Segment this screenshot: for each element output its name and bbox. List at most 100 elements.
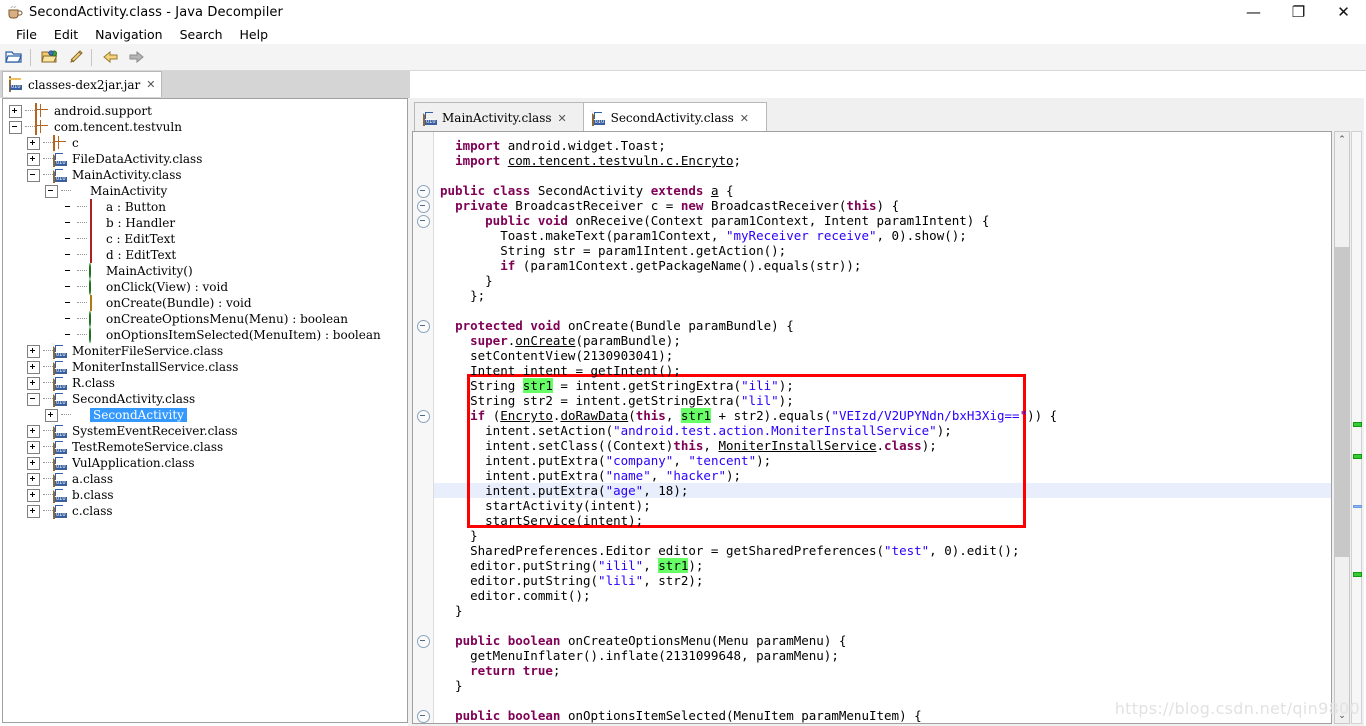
code-line[interactable]: editor.putString("lili", str2);	[440, 573, 703, 588]
ruler-mark-current[interactable]	[1353, 505, 1362, 508]
editor-tab-secondactivity-class[interactable]: 010 SecondActivity.class ✕	[582, 102, 767, 133]
code-line[interactable]: protected void onCreate(Bundle paramBund…	[440, 318, 794, 333]
scroll-up-button[interactable]: ⌃	[1335, 132, 1349, 147]
code-line[interactable]: intent.putExtra("name", "hacker");	[440, 468, 741, 483]
code-line[interactable]: }	[440, 528, 478, 543]
code-line[interactable]: }	[440, 603, 463, 618]
open-type-button[interactable]	[39, 46, 61, 68]
tree-item-testremoteservice-class[interactable]: 010 TestRemoteService.class	[27, 438, 223, 455]
code-line[interactable]: public void onReceive(Context param1Cont…	[440, 213, 989, 228]
open-file-button[interactable]	[3, 46, 25, 68]
code-line[interactable]: editor.putString("ilil", str1);	[440, 558, 703, 573]
code-viewport[interactable]: import android.widget.Toast; import com.…	[412, 131, 1332, 724]
tree-item-com-tencent-testvuln[interactable]: com.tencent.testvuln	[9, 118, 182, 135]
code-line[interactable]: };	[440, 288, 485, 303]
code-text[interactable]: import android.widget.Toast; import com.…	[434, 132, 1331, 723]
code-line[interactable]: public boolean onOptionsItemSelected(Men…	[440, 708, 922, 723]
menu-search[interactable]: Search	[172, 26, 231, 43]
code-line[interactable]: }	[440, 273, 493, 288]
code-line[interactable]: startService(intent);	[440, 513, 643, 528]
code-line[interactable]: if (Encryto.doRawData(this, str1 + str2)…	[440, 408, 1057, 423]
code-line[interactable]: editor.commit();	[440, 588, 590, 603]
code-line[interactable]: String str2 = intent.getStringExtra("lil…	[440, 393, 794, 408]
forward-button[interactable]	[125, 46, 147, 68]
code-line[interactable]: public boolean onCreateOptionsMenu(Menu …	[440, 633, 846, 648]
fold-toggle-icon[interactable]	[417, 410, 430, 423]
code-line[interactable]: intent.setAction("android.test.action.Mo…	[440, 423, 952, 438]
code-line[interactable]: setContentView(2130903041);	[440, 348, 673, 363]
code-line[interactable]: import android.widget.Toast;	[440, 138, 666, 153]
expand-icon[interactable]	[27, 504, 40, 518]
collapse-icon[interactable]	[9, 120, 22, 134]
fold-toggle-icon[interactable]	[417, 320, 430, 333]
fold-gutter[interactable]	[413, 132, 434, 723]
jar-tab[interactable]: 010 classes-dex2jar.jar ✕	[2, 71, 163, 97]
code-line[interactable]: Toast.makeText(param1Context, "myReceive…	[440, 228, 967, 243]
code-line[interactable]: }	[440, 678, 463, 693]
code-line[interactable]: String str = param1Intent.getAction();	[440, 243, 786, 258]
tree-item-d-edittext[interactable]: d : EditText	[63, 246, 176, 263]
code-line[interactable]: intent.setClass((Context)this, MoniterIn…	[440, 438, 937, 453]
fold-toggle-icon[interactable]	[417, 215, 430, 228]
expand-icon[interactable]	[45, 408, 58, 422]
code-line[interactable]: startActivity(intent);	[440, 498, 651, 513]
tree-item-b-handler[interactable]: b : Handler	[63, 214, 175, 231]
collapse-icon[interactable]	[27, 392, 40, 406]
tree-item-oncreate-bundle-void[interactable]: onCreate(Bundle) : void	[63, 294, 252, 311]
menu-file[interactable]: File	[8, 26, 45, 43]
overview-ruler[interactable]	[1351, 131, 1362, 724]
code-line[interactable]: getMenuInflater().inflate(2131099648, pa…	[440, 648, 839, 663]
tree-item-oncreateoptionsmenu-menu-boolean[interactable]: onCreateOptionsMenu(Menu) : boolean	[63, 310, 348, 327]
tree-item-secondactivity-class[interactable]: 010 SecondActivity.class	[27, 390, 195, 407]
ruler-mark-occurrence[interactable]	[1353, 572, 1362, 577]
code-line[interactable]: public class SecondActivity extends a {	[440, 183, 734, 198]
ruler-mark-occurrence[interactable]	[1353, 454, 1362, 459]
jar-tab-close-icon[interactable]: ✕	[146, 78, 155, 91]
ruler-mark-occurrence[interactable]	[1353, 422, 1362, 427]
fold-toggle-icon[interactable]	[417, 635, 430, 648]
collapse-icon[interactable]	[27, 168, 40, 182]
tree-item-mainactivity[interactable]: MainActivity()	[63, 262, 193, 279]
fold-toggle-icon[interactable]	[417, 200, 430, 213]
editor-tab-close-icon[interactable]: ✕	[740, 112, 749, 125]
expand-icon[interactable]	[27, 472, 40, 486]
editor-tab-close-icon[interactable]: ✕	[558, 112, 567, 125]
tree-item-a-class[interactable]: 010 a.class	[27, 470, 113, 487]
code-line[interactable]: SharedPreferences.Editor editor = getSha…	[440, 543, 1019, 558]
tree-item-moniterinstallservice-class[interactable]: 010 MoniterInstallService.class	[27, 358, 238, 375]
scroll-down-button[interactable]: ⌄	[1335, 708, 1349, 723]
tree-item-android-support[interactable]: android.support	[9, 102, 152, 119]
menu-navigation[interactable]: Navigation	[87, 26, 170, 43]
tree-item-filedataactivity-class[interactable]: 010 FileDataActivity.class	[27, 150, 202, 167]
menu-help[interactable]: Help	[232, 26, 277, 43]
tree-item-secondactivity[interactable]: SecondActivity	[45, 407, 187, 423]
expand-icon[interactable]	[27, 488, 40, 502]
code-line[interactable]: if (param1Context.getPackageName().equal…	[440, 258, 861, 273]
code-line[interactable]: private BroadcastReceiver c = new Broadc…	[440, 198, 899, 213]
menu-edit[interactable]: Edit	[46, 26, 86, 43]
collapse-icon[interactable]	[45, 184, 58, 198]
vertical-scrollbar[interactable]: ⌃ ⌄	[1334, 131, 1350, 724]
tree-item-b-class[interactable]: 010 b.class	[27, 486, 114, 503]
editor-tab-mainactivity-class[interactable]: 010 MainActivity.class ✕	[414, 102, 584, 133]
code-line[interactable]: import com.tencent.testvuln.c.Encryto;	[440, 153, 741, 168]
maximize-button[interactable]: ❐	[1276, 0, 1321, 24]
tree-item-onclick-view-void[interactable]: onClick(View) : void	[63, 278, 228, 295]
close-button[interactable]: ✕	[1321, 0, 1366, 24]
code-line[interactable]: String str1 = intent.getStringExtra("ili…	[440, 378, 794, 393]
expand-icon[interactable]	[27, 136, 40, 150]
expand-icon[interactable]	[27, 376, 40, 390]
back-button[interactable]	[100, 46, 122, 68]
expand-icon[interactable]	[27, 360, 40, 374]
expand-icon[interactable]	[27, 424, 40, 438]
scrollbar-thumb[interactable]	[1335, 247, 1349, 557]
tree-item-systemeventreceiver-class[interactable]: 010 SystemEventReceiver.class	[27, 422, 238, 439]
tree-item-onoptionsitemselected-menuitem-boolean[interactable]: onOptionsItemSelected(MenuItem) : boolea…	[63, 326, 381, 343]
expand-icon[interactable]	[9, 104, 22, 118]
code-line[interactable]: super.onCreate(paramBundle);	[440, 333, 681, 348]
tree-item-c[interactable]: c	[27, 134, 79, 151]
code-line[interactable]: intent.putExtra("age", 18);	[440, 483, 688, 498]
code-line[interactable]: intent.putExtra("company", "tencent");	[440, 453, 771, 468]
expand-icon[interactable]	[27, 456, 40, 470]
fold-toggle-icon[interactable]	[417, 185, 430, 198]
